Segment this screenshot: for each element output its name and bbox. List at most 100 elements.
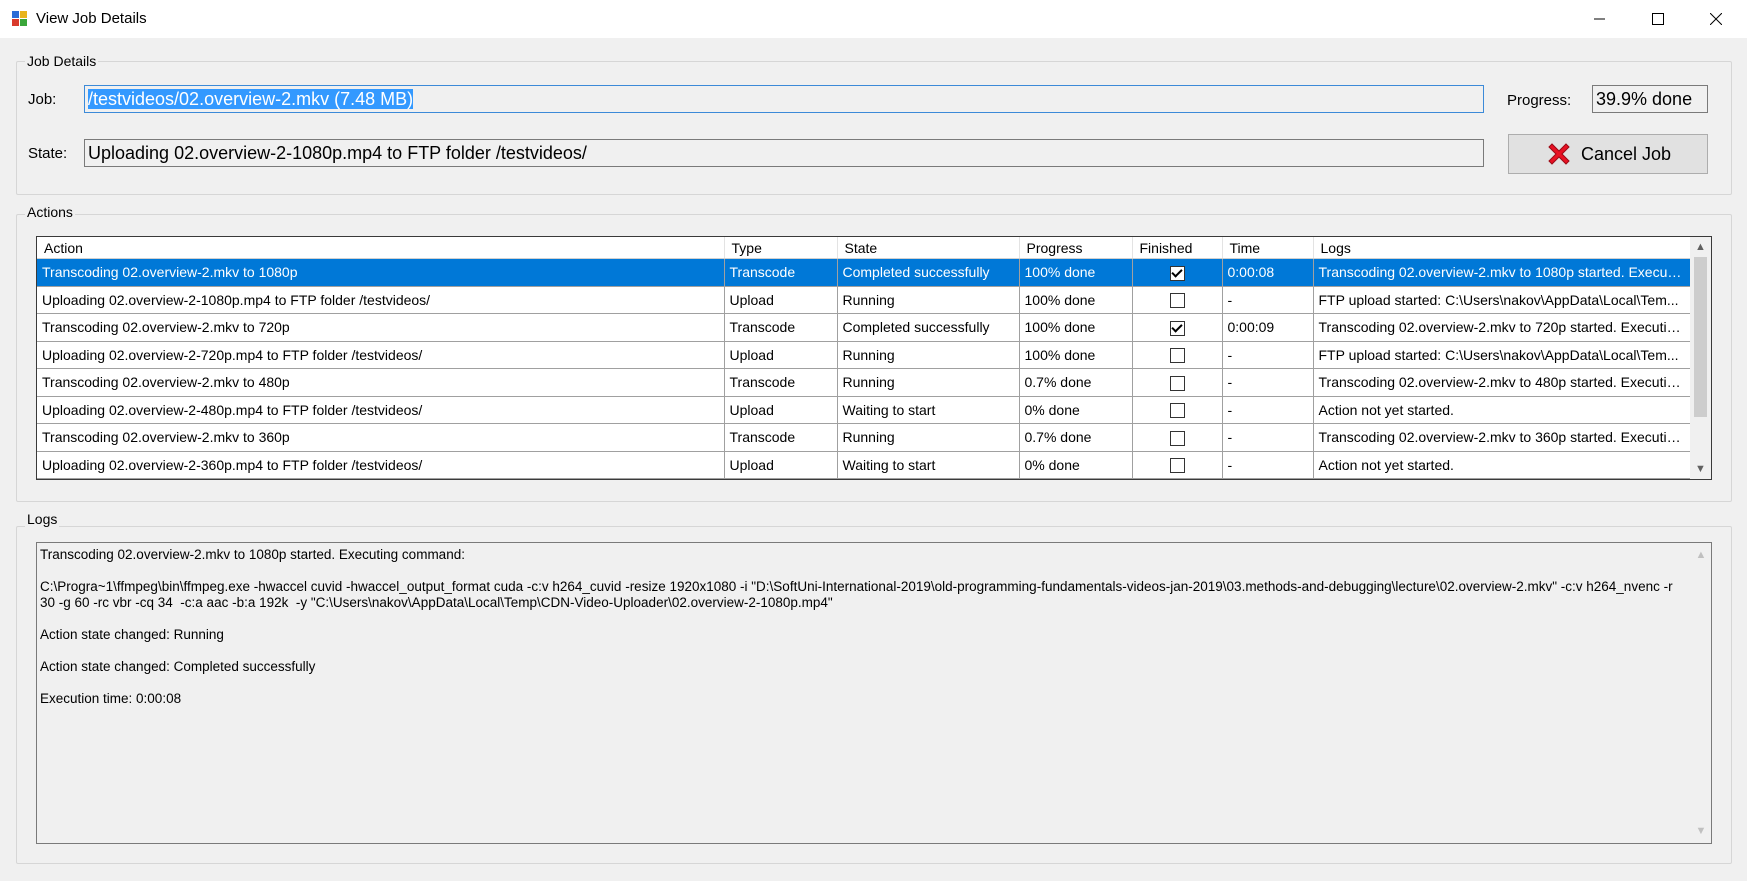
scroll-up-icon[interactable]: ▲ bbox=[1690, 237, 1711, 257]
state-label: State: bbox=[28, 145, 68, 162]
cell-finished[interactable] bbox=[1132, 286, 1223, 314]
cell-state: Running bbox=[837, 423, 1020, 452]
logs-scroll-up-icon[interactable]: ▲ bbox=[1691, 545, 1711, 565]
cell-state: Waiting to start bbox=[837, 396, 1020, 424]
cell-action: Transcoding 02.overview-2.mkv to 480p bbox=[37, 368, 725, 397]
checkbox-unchecked-icon[interactable] bbox=[1169, 430, 1185, 446]
cell-finished[interactable] bbox=[1132, 258, 1223, 287]
minimize-icon bbox=[1594, 18, 1605, 20]
cell-time: - bbox=[1222, 286, 1314, 314]
cell-logs: FTP upload started: C:\Users\nakov\AppDa… bbox=[1313, 286, 1691, 314]
cell-type: Transcode bbox=[724, 368, 838, 397]
scroll-down-icon[interactable]: ▼ bbox=[1690, 459, 1711, 479]
actions-grid[interactable]: Action Type State Progress Finished Time Logs … bbox=[36, 236, 1712, 480]
column-header-action[interactable]: Action bbox=[37, 237, 725, 259]
checkbox-unchecked-icon[interactable] bbox=[1169, 293, 1185, 309]
cell-type: Upload bbox=[724, 341, 838, 369]
logs-scrollbar[interactable]: ▲ ▼ bbox=[1691, 543, 1711, 843]
column-header-progress[interactable]: Progress bbox=[1019, 237, 1133, 259]
column-header-finished[interactable]: Finished bbox=[1132, 237, 1223, 259]
cell-time: - bbox=[1222, 423, 1314, 452]
cell-finished[interactable] bbox=[1132, 423, 1223, 452]
table-row[interactable]: Uploading 02.overview-2-720p.mp4 to FTP … bbox=[37, 341, 1691, 369]
cell-state: Running bbox=[837, 341, 1020, 369]
table-row[interactable]: Transcoding 02.overview-2.mkv to 1080p Tr… bbox=[37, 258, 1691, 287]
cell-time: 0:00:09 bbox=[1222, 313, 1314, 342]
cell-logs: Action not yet started. bbox=[1313, 451, 1691, 479]
cell-state: Waiting to start bbox=[837, 451, 1020, 479]
table-row[interactable]: Transcoding 02.overview-2.mkv to 720p Tra… bbox=[37, 313, 1691, 342]
table-row[interactable]: Transcoding 02.overview-2.mkv to 360p Tra… bbox=[37, 423, 1691, 452]
cell-type: Transcode bbox=[724, 423, 838, 452]
close-icon bbox=[1710, 13, 1722, 25]
actions-table: Action Type State Progress Finished Time Logs … bbox=[37, 237, 1691, 479]
actions-rows: Transcoding 02.overview-2.mkv to 1080p Tr… bbox=[37, 258, 1691, 479]
state-field-value: Uploading 02.overview-2-1080p.mp4 to FTP… bbox=[88, 143, 587, 163]
cell-time: 0:00:08 bbox=[1222, 258, 1314, 287]
cell-action: Uploading 02.overview-2-360p.mp4 to FTP … bbox=[37, 451, 725, 479]
column-header-time[interactable]: Time bbox=[1222, 237, 1314, 259]
logs-group-label: Logs bbox=[25, 511, 60, 527]
cell-progress: 100% done bbox=[1019, 286, 1133, 314]
window-title: View Job Details bbox=[36, 10, 147, 27]
checkbox-unchecked-icon[interactable] bbox=[1169, 375, 1185, 391]
cell-time: - bbox=[1222, 451, 1314, 479]
checkbox-unchecked-icon[interactable] bbox=[1169, 403, 1185, 419]
job-field[interactable]: /testvideos/02.overview-2.mkv (7.48 MB) bbox=[84, 85, 1484, 113]
cell-finished[interactable] bbox=[1132, 396, 1223, 424]
close-button[interactable] bbox=[1687, 0, 1745, 38]
column-header-logs[interactable]: Logs bbox=[1313, 237, 1691, 259]
title-bar: View Job Details bbox=[0, 0, 1747, 38]
maximize-icon bbox=[1652, 13, 1664, 25]
scroll-thumb[interactable] bbox=[1694, 257, 1707, 417]
cell-type: Transcode bbox=[724, 313, 838, 342]
cell-time: - bbox=[1222, 396, 1314, 424]
cell-finished[interactable] bbox=[1132, 451, 1223, 479]
job-label: Job: bbox=[28, 91, 57, 108]
cancel-x-icon bbox=[1548, 143, 1570, 165]
cell-state: Running bbox=[837, 286, 1020, 314]
cell-action: Transcoding 02.overview-2.mkv to 360p bbox=[37, 423, 725, 452]
cell-action: Transcoding 02.overview-2.mkv to 720p bbox=[37, 313, 725, 342]
table-row[interactable]: Transcoding 02.overview-2.mkv to 480p Tra… bbox=[37, 368, 1691, 397]
cell-progress: 100% done bbox=[1019, 258, 1133, 287]
actions-scrollbar[interactable]: ▲ ▼ bbox=[1690, 237, 1711, 479]
app-window-icon bbox=[12, 11, 27, 26]
table-row[interactable]: Uploading 02.overview-2-480p.mp4 to FTP … bbox=[37, 396, 1691, 424]
progress-field[interactable]: 39.9% done bbox=[1592, 85, 1708, 113]
cell-logs: Transcoding 02.overview-2.mkv to 1080p s… bbox=[1313, 258, 1691, 287]
cancel-job-button[interactable]: Cancel Job bbox=[1508, 134, 1708, 174]
cell-logs: Transcoding 02.overview-2.mkv to 480p st… bbox=[1313, 368, 1691, 397]
column-header-state[interactable]: State bbox=[837, 237, 1020, 259]
cell-progress: 100% done bbox=[1019, 341, 1133, 369]
minimize-button[interactable] bbox=[1571, 0, 1629, 38]
table-row[interactable]: Uploading 02.overview-2-360p.mp4 to FTP … bbox=[37, 451, 1691, 479]
cell-state: Completed successfully bbox=[837, 313, 1020, 342]
cell-action: Transcoding 02.overview-2.mkv to 1080p bbox=[37, 258, 725, 287]
cell-time: - bbox=[1222, 368, 1314, 397]
cell-action: Uploading 02.overview-2-1080p.mp4 to FTP… bbox=[37, 286, 725, 314]
checkbox-checked-icon[interactable] bbox=[1169, 265, 1185, 281]
cell-finished[interactable] bbox=[1132, 341, 1223, 369]
column-header-type[interactable]: Type bbox=[724, 237, 838, 259]
cell-finished[interactable] bbox=[1132, 368, 1223, 397]
cell-progress: 0.7% done bbox=[1019, 423, 1133, 452]
job-field-value: /testvideos/02.overview-2.mkv (7.48 MB) bbox=[88, 89, 414, 109]
table-row[interactable]: Uploading 02.overview-2-1080p.mp4 to FTP… bbox=[37, 286, 1691, 314]
logs-scroll-down-icon[interactable]: ▼ bbox=[1691, 821, 1711, 841]
cell-time: - bbox=[1222, 341, 1314, 369]
logs-textarea[interactable]: Transcoding 02.overview-2.mkv to 1080p s… bbox=[36, 542, 1712, 844]
cell-state: Running bbox=[837, 368, 1020, 397]
cell-logs: Transcoding 02.overview-2.mkv to 720p st… bbox=[1313, 313, 1691, 342]
cell-type: Transcode bbox=[724, 258, 838, 287]
cell-state: Completed successfully bbox=[837, 258, 1020, 287]
cell-type: Upload bbox=[724, 396, 838, 424]
checkbox-unchecked-icon[interactable] bbox=[1169, 458, 1185, 474]
maximize-button[interactable] bbox=[1629, 0, 1687, 38]
state-field[interactable]: Uploading 02.overview-2-1080p.mp4 to FTP… bbox=[84, 139, 1484, 167]
checkbox-unchecked-icon[interactable] bbox=[1169, 348, 1185, 364]
actions-header-row: Action Type State Progress Finished Time Logs bbox=[37, 237, 1691, 259]
cell-progress: 0% done bbox=[1019, 396, 1133, 424]
checkbox-checked-icon[interactable] bbox=[1169, 320, 1185, 336]
cell-finished[interactable] bbox=[1132, 313, 1223, 342]
